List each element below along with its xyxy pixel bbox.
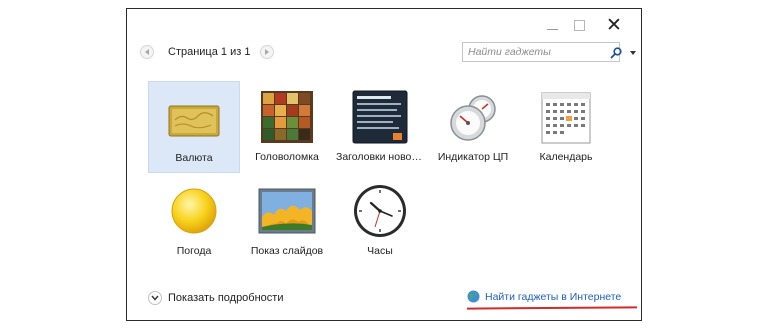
minimize-button[interactable] <box>537 15 567 35</box>
chevron-right-icon <box>265 49 270 55</box>
gadget-puzzle[interactable]: Головоломка <box>241 81 333 173</box>
show-details-toggle[interactable]: Показать подробности <box>148 291 283 305</box>
currency-icon <box>168 105 220 137</box>
next-page-button[interactable] <box>260 45 275 59</box>
calendar-icon <box>541 92 591 144</box>
gadget-name: Головоломка <box>255 151 319 163</box>
gadget-name: Заголовки новостей <box>336 151 426 163</box>
show-details-label: Показать подробности <box>168 292 284 304</box>
maximize-icon <box>573 19 585 31</box>
gadget-name: Погода <box>176 245 212 257</box>
cpu-meter-icon <box>450 95 496 141</box>
get-gadgets-online-link[interactable]: Найти гаджеты в Интернете <box>467 290 621 303</box>
get-gadgets-online-label: Найти гаджеты в Интернете <box>485 290 622 303</box>
gadget-name: Показ слайдов <box>250 245 324 257</box>
page-indicator: Страница 1 из 1 <box>168 46 251 58</box>
previous-page-button[interactable] <box>140 45 154 59</box>
gadget-cpu-meter[interactable]: Индикатор ЦП <box>427 81 519 173</box>
chevron-left-icon <box>145 49 149 55</box>
close-button[interactable]: ✕ <box>599 14 629 36</box>
gadget-currency[interactable]: Валюта <box>148 81 240 173</box>
gadget-name: Часы <box>367 245 393 257</box>
chevron-down-icon <box>148 291 162 305</box>
gadget-name: Индикатор ЦП <box>437 151 509 163</box>
close-icon: ✕ <box>606 14 622 36</box>
gadget-name: Календарь <box>539 151 593 163</box>
gadget-slideshow[interactable]: Показ слайдов <box>241 175 333 267</box>
globe-icon <box>467 290 480 303</box>
gadget-news-headlines[interactable]: Заголовки новостей <box>334 81 426 173</box>
news-headlines-icon <box>352 90 408 144</box>
gadget-gallery-window: ✕ Страница 1 из 1 Валюта Голов <box>126 8 642 321</box>
gadget-weather[interactable]: Погода <box>148 175 240 267</box>
search-input[interactable] <box>463 43 598 61</box>
clock-icon <box>354 185 406 237</box>
annotation-underline <box>466 306 638 310</box>
maximize-button[interactable] <box>564 15 594 35</box>
search-box <box>462 42 636 62</box>
gadget-name: Валюта <box>175 152 213 164</box>
pager: Страница 1 из 1 <box>140 42 275 62</box>
weather-icon <box>171 188 217 234</box>
gadget-calendar[interactable]: Календарь <box>520 81 612 173</box>
gadget-clock[interactable]: Часы <box>334 175 426 267</box>
minimize-icon <box>546 28 558 30</box>
search-dropdown-icon[interactable] <box>630 51 636 55</box>
search-icon[interactable] <box>610 47 622 59</box>
slideshow-icon <box>258 188 316 234</box>
puzzle-icon <box>261 91 313 143</box>
